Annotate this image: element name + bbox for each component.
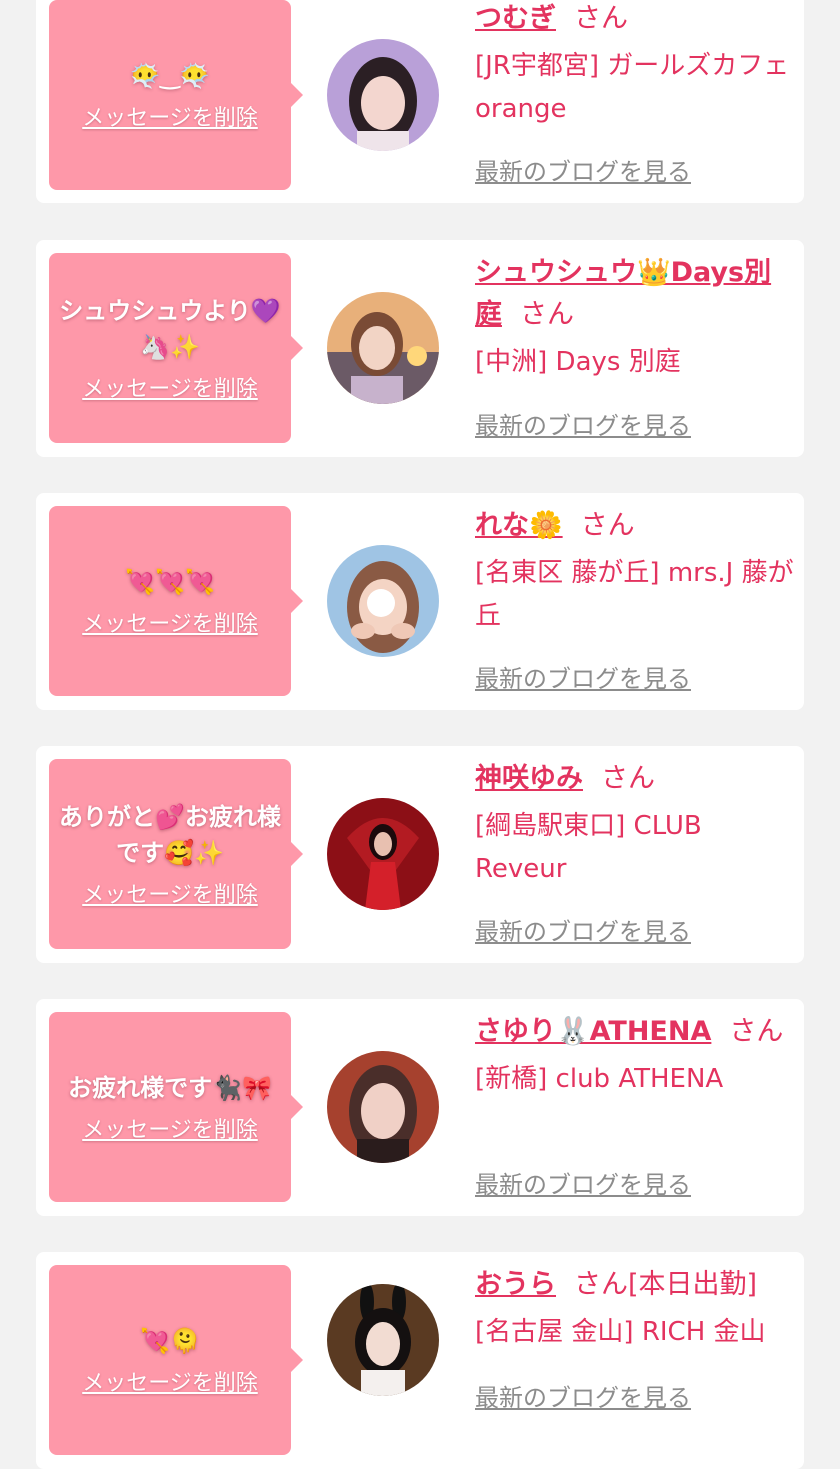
message-bubble: 💘🫠 メッセージを削除 (49, 1265, 303, 1455)
entry-info: おうら さん[本日出勤] [名古屋 金山] RICH 金山 (475, 1264, 815, 1354)
working-today-label: [本日出勤] (628, 1269, 758, 1300)
entry-info: つむぎ さん [JR宇都宮] ガールズカフェ orange (475, 0, 795, 131)
honorific-suffix: さん (580, 510, 635, 541)
cast-name-link[interactable]: おうら (475, 1269, 556, 1300)
entry-info: シュウシュウ👑Days別庭 さん [中洲] Days 別庭 (475, 252, 795, 384)
message-card: 💘🫠 メッセージを削除 おうら さん[本日出勤] [名古屋 金山] RICH 金山… (36, 1252, 804, 1469)
shop-name: [綱島駅東口] CLUB Reveur (475, 811, 702, 884)
honorific-suffix: さん (729, 1016, 784, 1047)
shop-name: [新橋] club ATHENA (475, 1064, 724, 1094)
message-text: 💘💘💘 (125, 568, 215, 596)
woman-portrait-purple-icon (327, 39, 439, 151)
message-card: 💘💘💘 メッセージを削除 れな🌼 さん [名東区 藤が丘] mrs.J 藤が丘 最… (36, 493, 804, 710)
woman-portrait-sunset-icon (327, 292, 439, 404)
avatar[interactable] (327, 292, 439, 404)
latest-blog-link[interactable]: 最新のブログを見る (475, 912, 691, 947)
message-bubble: 😶‍🌫️‿😶‍🌫️ メッセージを削除 (49, 0, 303, 190)
message-bubble: シュウシュウより💜🦄✨ メッセージを削除 (49, 253, 303, 443)
message-card: 😶‍🌫️‿😶‍🌫️ メッセージを削除 つむぎ さん [JR宇都宮] ガールズカフェ… (36, 0, 804, 203)
latest-blog-link[interactable]: 最新のブログを見る (475, 152, 691, 187)
avatar[interactable] (327, 545, 439, 657)
delete-message-link[interactable]: メッセージを削除 (82, 877, 258, 909)
latest-blog-link[interactable]: 最新のブログを見る (475, 1165, 691, 1200)
message-text: 💘🫠 (140, 1327, 200, 1355)
avatar[interactable] (327, 1284, 439, 1396)
entry-info: 神咲ゆみ さん [綱島駅東口] CLUB Reveur (475, 758, 795, 891)
honorific-suffix: さん (520, 299, 574, 330)
woman-portrait-heart-hands-icon (327, 545, 439, 657)
delete-message-link[interactable]: メッセージを削除 (82, 1365, 258, 1397)
woman-portrait-blurred-icon (327, 1051, 439, 1163)
woman-portrait-red-icon (327, 798, 439, 910)
cast-name-link[interactable]: 神咲ゆみ (475, 763, 583, 794)
shop-name: [名東区 藤が丘] mrs.J 藤が丘 (475, 558, 794, 631)
honorific-suffix: さん (574, 1269, 628, 1300)
message-text: 😶‍🌫️‿😶‍🌫️ (130, 62, 210, 90)
cast-name-link[interactable]: さゆり🐰ATHENA (475, 1016, 711, 1047)
avatar[interactable] (327, 798, 439, 910)
message-bubble: ありがと💕お疲れ様です🥰✨ メッセージを削除 (49, 759, 303, 949)
delete-message-link[interactable]: メッセージを削除 (82, 371, 258, 403)
cast-name-link[interactable]: れな🌼 (475, 510, 563, 541)
latest-blog-link[interactable]: 最新のブログを見る (475, 659, 691, 694)
shop-name: [JR宇都宮] ガールズカフェ orange (475, 51, 790, 124)
message-card: ありがと💕お疲れ様です🥰✨ メッセージを削除 神咲ゆみ さん [綱島駅東口] CL… (36, 746, 804, 963)
woman-portrait-bunny-icon (327, 1284, 439, 1396)
honorific-suffix: さん (601, 763, 655, 794)
avatar[interactable] (327, 1051, 439, 1163)
message-bubble: 💘💘💘 メッセージを削除 (49, 506, 303, 696)
shop-name: [名古屋 金山] RICH 金山 (475, 1317, 766, 1347)
entry-info: れな🌼 さん [名東区 藤が丘] mrs.J 藤が丘 (475, 505, 795, 638)
latest-blog-link[interactable]: 最新のブログを見る (475, 406, 691, 441)
cast-name-link[interactable]: つむぎ (475, 3, 556, 34)
shop-name: [中洲] Days 別庭 (475, 347, 681, 377)
delete-message-link[interactable]: メッセージを削除 (82, 1112, 258, 1144)
delete-message-link[interactable]: メッセージを削除 (82, 606, 258, 638)
message-text: シュウシュウより💜🦄✨ (59, 297, 281, 361)
message-text: ありがと💕お疲れ様です🥰✨ (59, 803, 281, 867)
avatar[interactable] (327, 39, 439, 151)
message-card: シュウシュウより💜🦄✨ メッセージを削除 シュウシュウ👑Days別庭 さん [中洲… (36, 240, 804, 457)
message-bubble: お疲れ様です🐈‍⬛🎀 メッセージを削除 (49, 1012, 303, 1202)
latest-blog-link[interactable]: 最新のブログを見る (475, 1378, 691, 1413)
honorific-suffix: さん (574, 3, 628, 34)
message-text: お疲れ様です🐈‍⬛🎀 (68, 1074, 272, 1102)
entry-info: さゆり🐰ATHENA さん [新橋] club ATHENA (475, 1011, 795, 1101)
message-card: お疲れ様です🐈‍⬛🎀 メッセージを削除 さゆり🐰ATHENA さん [新橋] cl… (36, 999, 804, 1216)
delete-message-link[interactable]: メッセージを削除 (82, 100, 258, 132)
